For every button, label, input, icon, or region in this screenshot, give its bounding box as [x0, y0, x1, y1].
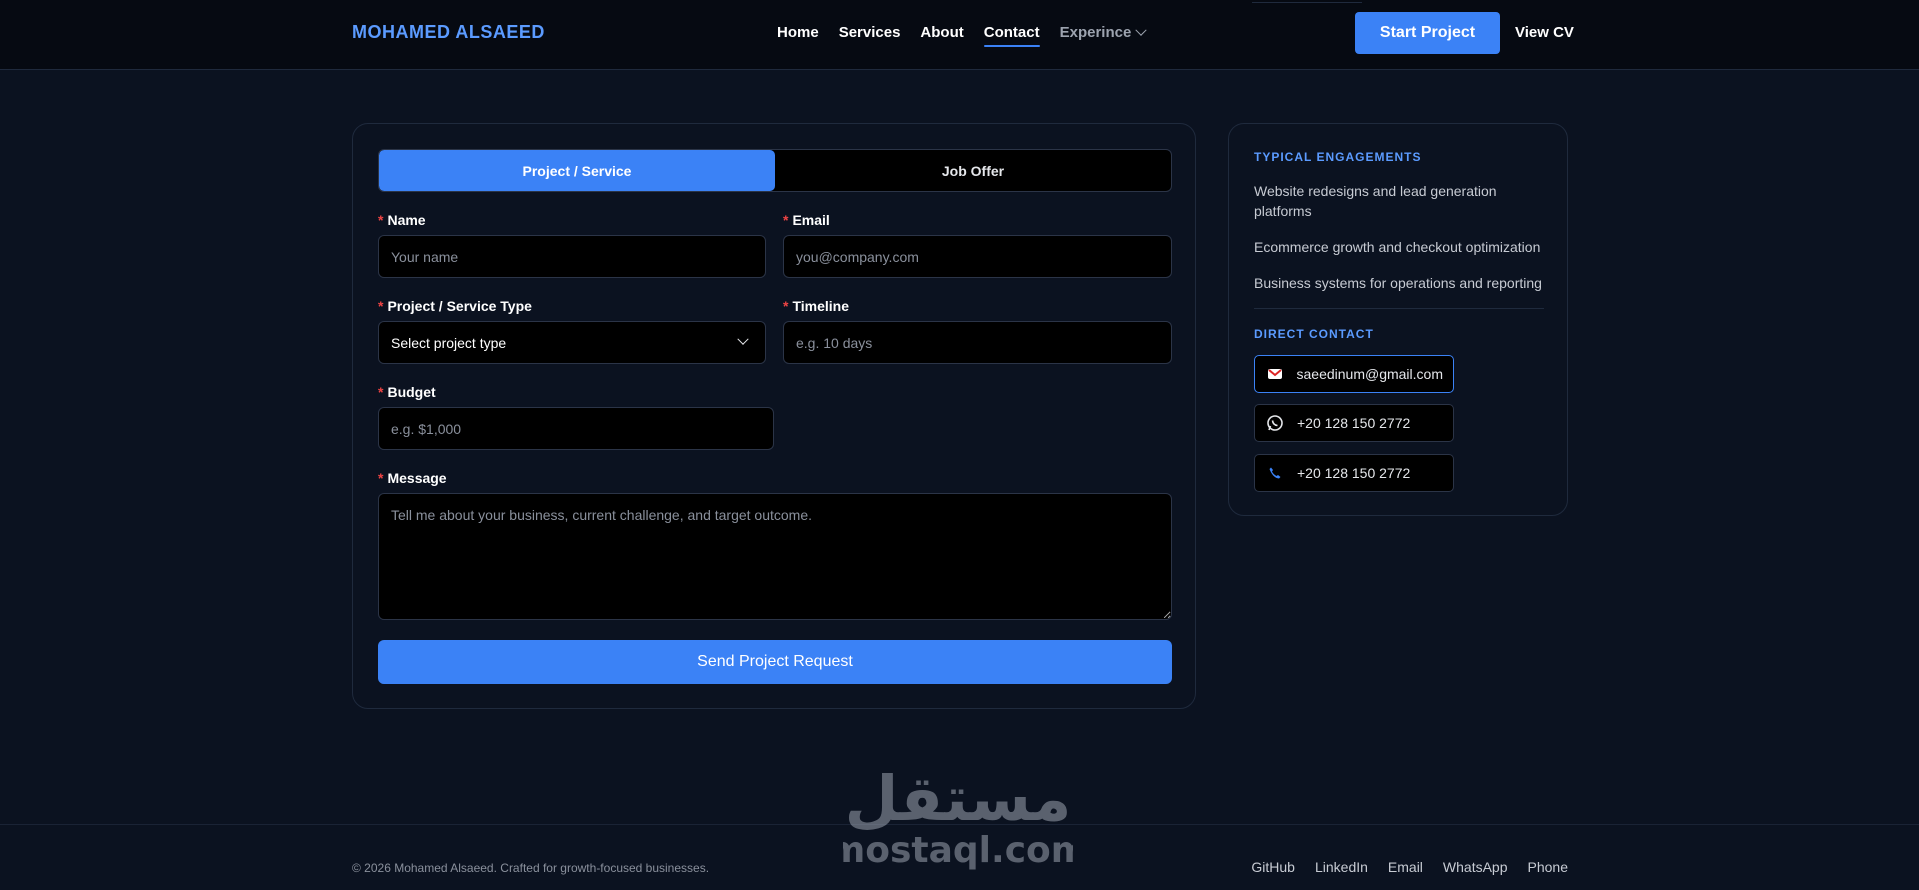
project-type-value: Select project type — [391, 334, 507, 351]
contact-email-link[interactable]: saeedinum@gmail.com — [1254, 355, 1454, 393]
budget-input[interactable] — [378, 407, 774, 450]
view-cv-link[interactable]: View CV — [1515, 24, 1574, 41]
footer-link-email[interactable]: Email — [1388, 859, 1423, 875]
info-side-card: TYPICAL ENGAGEMENTS Website redesigns an… — [1228, 123, 1568, 516]
main-nav: Home Services About Contact Experince — [777, 24, 1147, 47]
message-textarea[interactable] — [378, 493, 1172, 620]
nav-experience-dropdown[interactable]: Experince — [1059, 24, 1147, 43]
nav-experience-label: Experince — [1059, 24, 1132, 41]
engagement-item: Business systems for operations and repo… — [1254, 275, 1542, 291]
send-request-button[interactable]: Send Project Request — [378, 640, 1172, 684]
project-type-label: * Project / Service Type — [378, 298, 532, 314]
contact-email-text: saeedinum@gmail.com — [1296, 366, 1444, 382]
gmail-icon — [1265, 364, 1285, 384]
timeline-label: * Timeline — [783, 298, 849, 314]
timeline-input[interactable] — [783, 321, 1172, 364]
footer-copyright: © 2026 Mohamed Alsaeed. Crafted for grow… — [352, 861, 710, 875]
contact-whatsapp-text: +20 128 150 2772 — [1297, 415, 1411, 431]
nav-home[interactable]: Home — [777, 24, 819, 43]
email-input[interactable] — [783, 235, 1172, 278]
brand-logo[interactable]: MOHAMED ALSAEED — [352, 22, 545, 43]
name-input[interactable] — [378, 235, 766, 278]
chevron-down-icon — [737, 333, 749, 345]
nav-about[interactable]: About — [920, 24, 963, 43]
footer-link-whatsapp[interactable]: WhatsApp — [1443, 859, 1508, 875]
chevron-down-icon — [1135, 24, 1147, 36]
direct-contact-heading: DIRECT CONTACT — [1254, 327, 1374, 341]
contact-phone-link[interactable]: +20 128 150 2772 — [1254, 454, 1454, 492]
footer-links: GitHub LinkedIn Email WhatsApp Phone — [1251, 859, 1568, 875]
footer-link-phone[interactable]: Phone — [1528, 859, 1568, 875]
email-label: * Email — [783, 212, 830, 228]
footer-link-linkedin[interactable]: LinkedIn — [1315, 859, 1368, 875]
footer-link-github[interactable]: GitHub — [1251, 859, 1295, 875]
name-label: * Name — [378, 212, 426, 228]
start-project-button[interactable]: Start Project — [1355, 12, 1500, 54]
contact-phone-text: +20 128 150 2772 — [1297, 465, 1411, 481]
top-header: MOHAMED ALSAEED Home Services About Cont… — [0, 0, 1919, 70]
header-divider — [1252, 2, 1362, 3]
contact-whatsapp-link[interactable]: +20 128 150 2772 — [1254, 404, 1454, 442]
nav-contact[interactable]: Contact — [983, 24, 1040, 47]
watermark-arabic: مستقل — [845, 762, 1072, 835]
phone-icon — [1265, 463, 1285, 483]
tab-project-service[interactable]: Project / Service — [379, 150, 775, 191]
side-divider — [1254, 308, 1544, 309]
contact-form-card: Project / Service Job Offer *Name *Email… — [352, 123, 1196, 709]
engagement-item: Website redesigns and lead generation pl… — [1254, 183, 1497, 219]
engagements-heading: TYPICAL ENGAGEMENTS — [1254, 150, 1422, 164]
budget-label: * Budget — [378, 384, 436, 400]
project-type-select[interactable]: Select project type — [378, 321, 766, 364]
nav-services[interactable]: Services — [839, 24, 901, 43]
request-type-tabs: Project / Service Job Offer — [378, 149, 1172, 192]
tab-job-offer[interactable]: Job Offer — [775, 150, 1171, 191]
watermark-latin: mostaql.com — [843, 830, 1073, 870]
engagement-item: Ecommerce growth and checkout optimizati… — [1254, 239, 1541, 255]
message-label: * Message — [378, 470, 447, 486]
whatsapp-icon — [1265, 413, 1285, 433]
mostaql-watermark: مستقل mostaql.com — [843, 762, 1073, 870]
